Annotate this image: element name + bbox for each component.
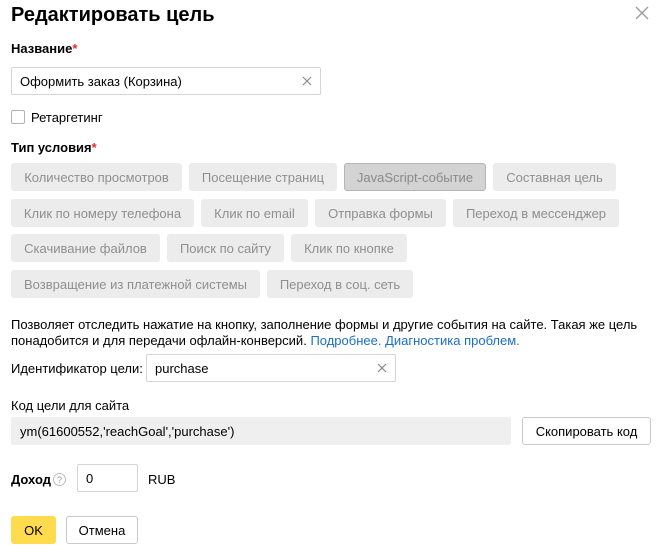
site-code-box: ym(61600552,'reachGoal','purchase') [11,417,511,445]
chip-site-search[interactable]: Поиск по сайту [167,234,284,262]
dialog-title: Редактировать цель [11,4,215,26]
chip-composite-goal[interactable]: Составная цель [493,163,616,191]
goal-id-input[interactable]: purchase [146,354,396,382]
name-label: Название* [11,41,78,56]
chip-email-click[interactable]: Клик по email [201,199,308,227]
retargeting-checkbox[interactable] [11,110,25,124]
clear-icon[interactable] [294,68,320,94]
chip-button-click[interactable]: Клик по кнопке [291,234,407,262]
name-input[interactable]: Оформить заказ (Корзина) [11,67,321,95]
ok-button[interactable]: OK [11,516,56,544]
chip-page-visit[interactable]: Посещение страниц [189,163,337,191]
condition-description: Позволяет отследить нажатие на кнопку, з… [11,317,651,349]
copy-code-button[interactable]: Скопировать код [522,417,651,445]
goal-id-label: Идентификатор цели: [11,361,143,376]
income-value: 0 [86,470,94,486]
link-more[interactable]: Подробнее. [310,333,381,348]
name-input-value: Оформить заказ (Корзина) [20,73,182,89]
income-currency: RUB [148,472,176,487]
chip-social-network[interactable]: Переход в соц. сеть [267,270,413,298]
income-label: Доход [11,472,51,487]
chip-phone-click[interactable]: Клик по номеру телефона [11,199,194,227]
link-diagnostics[interactable]: Диагностика проблем. [385,333,520,348]
chip-views-count[interactable]: Количество просмотров [11,163,182,191]
question-icon[interactable]: ? [53,473,66,486]
clear-icon[interactable] [369,355,395,381]
income-input[interactable]: 0 [77,464,138,492]
goal-id-value: purchase [155,360,209,376]
retargeting-label[interactable]: Ретаргетинг [31,110,103,125]
chip-file-download[interactable]: Скачивание файлов [11,234,160,262]
chip-payment-return[interactable]: Возвращение из платежной системы [11,270,260,298]
close-icon[interactable] [634,5,650,21]
chip-messenger[interactable]: Переход в мессенджер [453,199,619,227]
site-code-label: Код цели для сайта [11,398,130,413]
chip-javascript-event[interactable]: JavaScript-событие [344,163,486,191]
cancel-button[interactable]: Отмена [66,516,138,544]
chip-form-submit[interactable]: Отправка формы [315,199,446,227]
condition-type-label: Тип условия* [11,140,97,155]
